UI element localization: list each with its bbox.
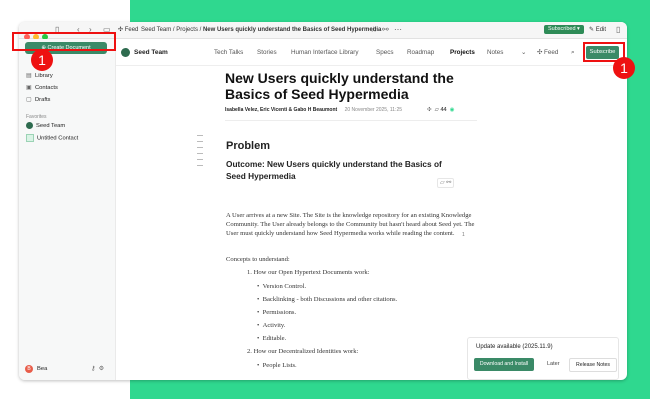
user-avatar: B [25, 365, 33, 373]
feed-link[interactable]: ✣ Feed [118, 24, 138, 36]
account-row[interactable]: B Bea [25, 365, 47, 374]
document-actions: ✣ ▱ 44 ◉ [427, 106, 454, 114]
paragraph: A User arrives at a new Site. The Site i… [226, 212, 475, 237]
site-name[interactable]: Seed Team [134, 47, 168, 58]
library-icon: ▤ [26, 73, 32, 79]
list-item: • Editable. [257, 335, 287, 342]
list-item: • People Lists. [257, 362, 297, 369]
link-icon[interactable]: ⚯ [382, 24, 389, 36]
update-notification: Update available (2025.11.9) Download an… [467, 337, 619, 380]
share-icon[interactable]: ✣ [427, 107, 432, 113]
nav-item-roadmap[interactable]: Roadmap [407, 47, 434, 58]
key-icon[interactable]: ⚷ [91, 366, 95, 372]
nav-more-chevron-icon[interactable]: ⌄ [521, 47, 526, 58]
list-item-text: Editable. [262, 335, 287, 342]
sidebar-item-label: Contacts [35, 85, 58, 91]
search-icon[interactable]: ⌕ [571, 47, 575, 58]
breadcrumb-section[interactable]: Projects [176, 27, 198, 33]
breadcrumb-site[interactable]: Seed Team [141, 27, 171, 33]
section-heading: Problem [226, 140, 271, 152]
sidebar-item-label: Drafts [35, 97, 51, 103]
document-authors[interactable]: Isabella Velez, Eric Vicenti & Gabo H Be… [225, 107, 337, 113]
comment-count: 44 [440, 107, 447, 113]
favorite-item-label: Seed Team [36, 123, 66, 130]
list-item: • Activity. [257, 322, 286, 329]
link-block-icon[interactable]: ⚯ [446, 180, 451, 186]
contact-icon [26, 134, 34, 142]
document-date: 20 November 2025, 11:25 [344, 107, 403, 113]
edit-label: Edit [595, 27, 607, 33]
annotation-marker: 1 [613, 57, 635, 79]
list-item-text: Activity. [262, 322, 286, 329]
section-subheading: Outcome: New Users quickly understand th… [226, 159, 442, 181]
favorites-heading: Favorites [26, 114, 47, 120]
status-indicator-icon: ◉ [449, 107, 455, 113]
more-options-icon[interactable]: ⋯ [394, 24, 402, 36]
comment-icon: ▱ [434, 107, 439, 113]
account-actions: ⚷ ⚙ [91, 365, 104, 372]
sidebar-item-drafts[interactable]: ▢ Drafts [26, 96, 50, 105]
document-title: New Users quickly understand the Basics … [225, 70, 454, 102]
comments-button[interactable]: ▱ 44 [435, 107, 447, 113]
subscribed-button[interactable]: Subscribed ▾ [544, 25, 584, 34]
list-item: 1. How our Open Hypertext Documents work… [247, 268, 370, 277]
user-name: Bea [37, 366, 48, 372]
release-notes-button[interactable]: Release Notes [569, 358, 617, 372]
edit-button[interactable]: ✎ Edit [589, 24, 606, 36]
nav-item-stories[interactable]: Stories [257, 47, 277, 58]
nav-item-notes[interactable]: Notes [487, 47, 503, 58]
list-item-text: How our Open Hypertext Documents work: [253, 269, 370, 276]
sidebar-item-contacts[interactable]: ▣ Contacts [26, 84, 58, 93]
site-navigation: Seed Team Tech Talks Stories Human Inter… [116, 39, 627, 66]
feed-label: Feed [124, 27, 139, 33]
sidebar-item-label: Library [35, 73, 53, 79]
block-tools[interactable]: ▱ ⚯ [437, 178, 455, 188]
panel-toggle-icon[interactable]: ▯ [616, 24, 620, 36]
list-number: 1. [247, 269, 252, 276]
breadcrumb-separator: / [199, 27, 202, 33]
list-number: 2. [247, 348, 252, 355]
contacts-icon: ▣ [26, 85, 32, 91]
seed-team-avatar [26, 122, 33, 129]
citation-badge[interactable]: 1 [462, 232, 465, 238]
star-icon[interactable]: ☆ [370, 24, 377, 36]
nav-feed-link[interactable]: ✣ Feed [537, 47, 558, 58]
list-item: • Permissions. [257, 309, 297, 316]
later-button[interactable]: Later [547, 358, 560, 371]
list-item: 2. How our Decentralized Identities work… [247, 347, 358, 356]
drafts-icon: ▢ [26, 97, 32, 103]
list-item: • Backlinking - both Discussions and oth… [257, 296, 398, 303]
list-item-text: Backlinking - both Discussions and other… [262, 296, 398, 303]
breadcrumb-current-page: New Users quickly understand the Basics … [202, 27, 382, 33]
nav-feed-label: Feed [544, 49, 559, 56]
document-meta: Isabella Velez, Eric Vicenti & Gabo H Be… [225, 106, 402, 114]
meta-divider [225, 120, 477, 121]
nav-item-tech-talks[interactable]: Tech Talks [214, 47, 243, 58]
nav-item-human-interface-library[interactable]: Human Interface Library [291, 47, 359, 58]
list-item-text: Version Control. [262, 283, 307, 290]
annotation-highlight-create [12, 32, 116, 51]
update-title: Update available (2025.11.9) [476, 344, 553, 350]
paragraph: Concepts to understand: [226, 256, 290, 263]
nav-item-specs[interactable]: Specs [376, 47, 394, 58]
list-item-text: How our Decentralized Identities work: [253, 348, 359, 355]
annotation-marker: 1 [31, 49, 53, 71]
download-install-button[interactable]: Download and Install [474, 358, 534, 371]
list-item-text: People Lists. [262, 362, 297, 369]
nav-item-projects[interactable]: Projects [450, 47, 475, 58]
settings-icon[interactable]: ⚙ [99, 366, 104, 372]
sidebar: ⊕ Create Document ▤ Library ▣ Contacts ▢ Dr… [19, 39, 116, 380]
subscribed-label: Subscribed [548, 26, 576, 32]
list-item-text: Permissions. [262, 309, 297, 316]
favorite-item-seed-team[interactable]: Seed Team [26, 122, 65, 131]
comment-block-icon[interactable]: ▱ [440, 180, 445, 186]
favorite-item-label: Untitled Contact [37, 135, 79, 142]
breadcrumb-separator: / [172, 27, 175, 33]
breadcrumb: Seed Team / Projects / New Users quickly… [141, 24, 381, 36]
favorite-item-untitled-contact[interactable]: Untitled Contact [26, 134, 78, 144]
outline-rail[interactable] [197, 135, 203, 171]
list-item: • Version Control. [257, 283, 307, 290]
sidebar-item-library[interactable]: ▤ Library [26, 72, 53, 81]
site-logo[interactable] [121, 48, 130, 57]
